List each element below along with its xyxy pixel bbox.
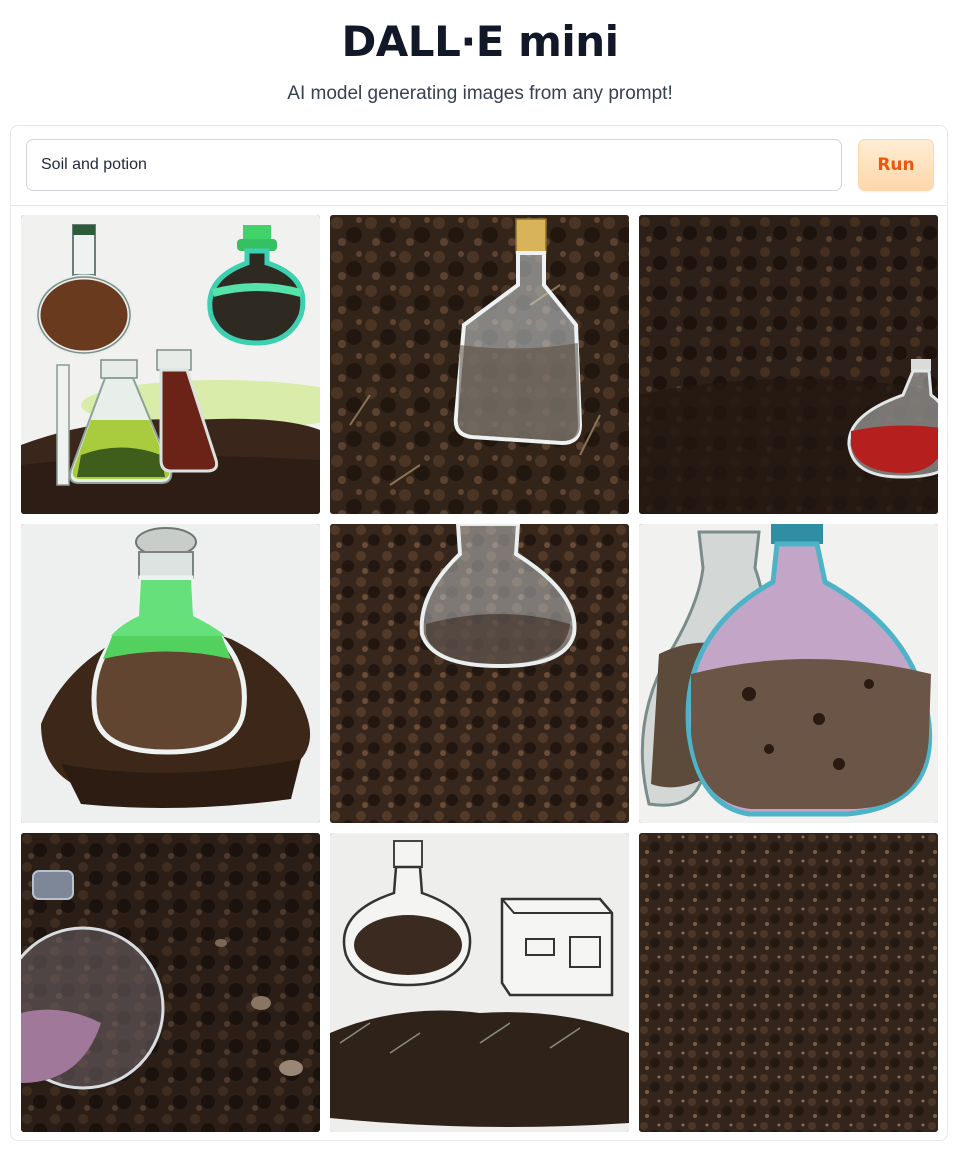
prompt-input[interactable] (26, 139, 842, 191)
green-flask-soil-pile-image (21, 524, 320, 823)
soil-texture-image (639, 833, 938, 1132)
gallery-image-7[interactable] (21, 833, 320, 1132)
page-subtitle: AI model generating images from any prom… (287, 83, 673, 104)
gallery-image-4[interactable] (21, 524, 320, 823)
prompt-row: Run (11, 126, 947, 206)
glass-orb-on-soil-image (21, 833, 320, 1132)
sketch-flask-and-box-image (330, 833, 629, 1132)
gallery-image-6[interactable] (639, 524, 938, 823)
page-title: DALL·E mini (341, 17, 619, 66)
run-button[interactable]: Run (858, 139, 934, 191)
gallery-image-9[interactable] (639, 833, 938, 1132)
image-gallery (21, 215, 939, 1133)
red-potion-on-soil-image (639, 215, 938, 514)
gallery-image-1[interactable] (21, 215, 320, 514)
gallery-image-3[interactable] (639, 215, 938, 514)
flasks-on-soil-image (21, 215, 320, 514)
glass-flask-in-soil-image (330, 524, 629, 823)
dalle-mini-page: DALL·E mini AI model generating images f… (0, 0, 960, 1155)
bottle-on-soil-image (330, 215, 629, 514)
soil-filled-bottles-image (639, 524, 938, 823)
gallery-image-8[interactable] (330, 833, 629, 1132)
gallery-image-2[interactable] (330, 215, 629, 514)
generator-panel: Run (10, 125, 948, 1141)
gallery-image-5[interactable] (330, 524, 629, 823)
